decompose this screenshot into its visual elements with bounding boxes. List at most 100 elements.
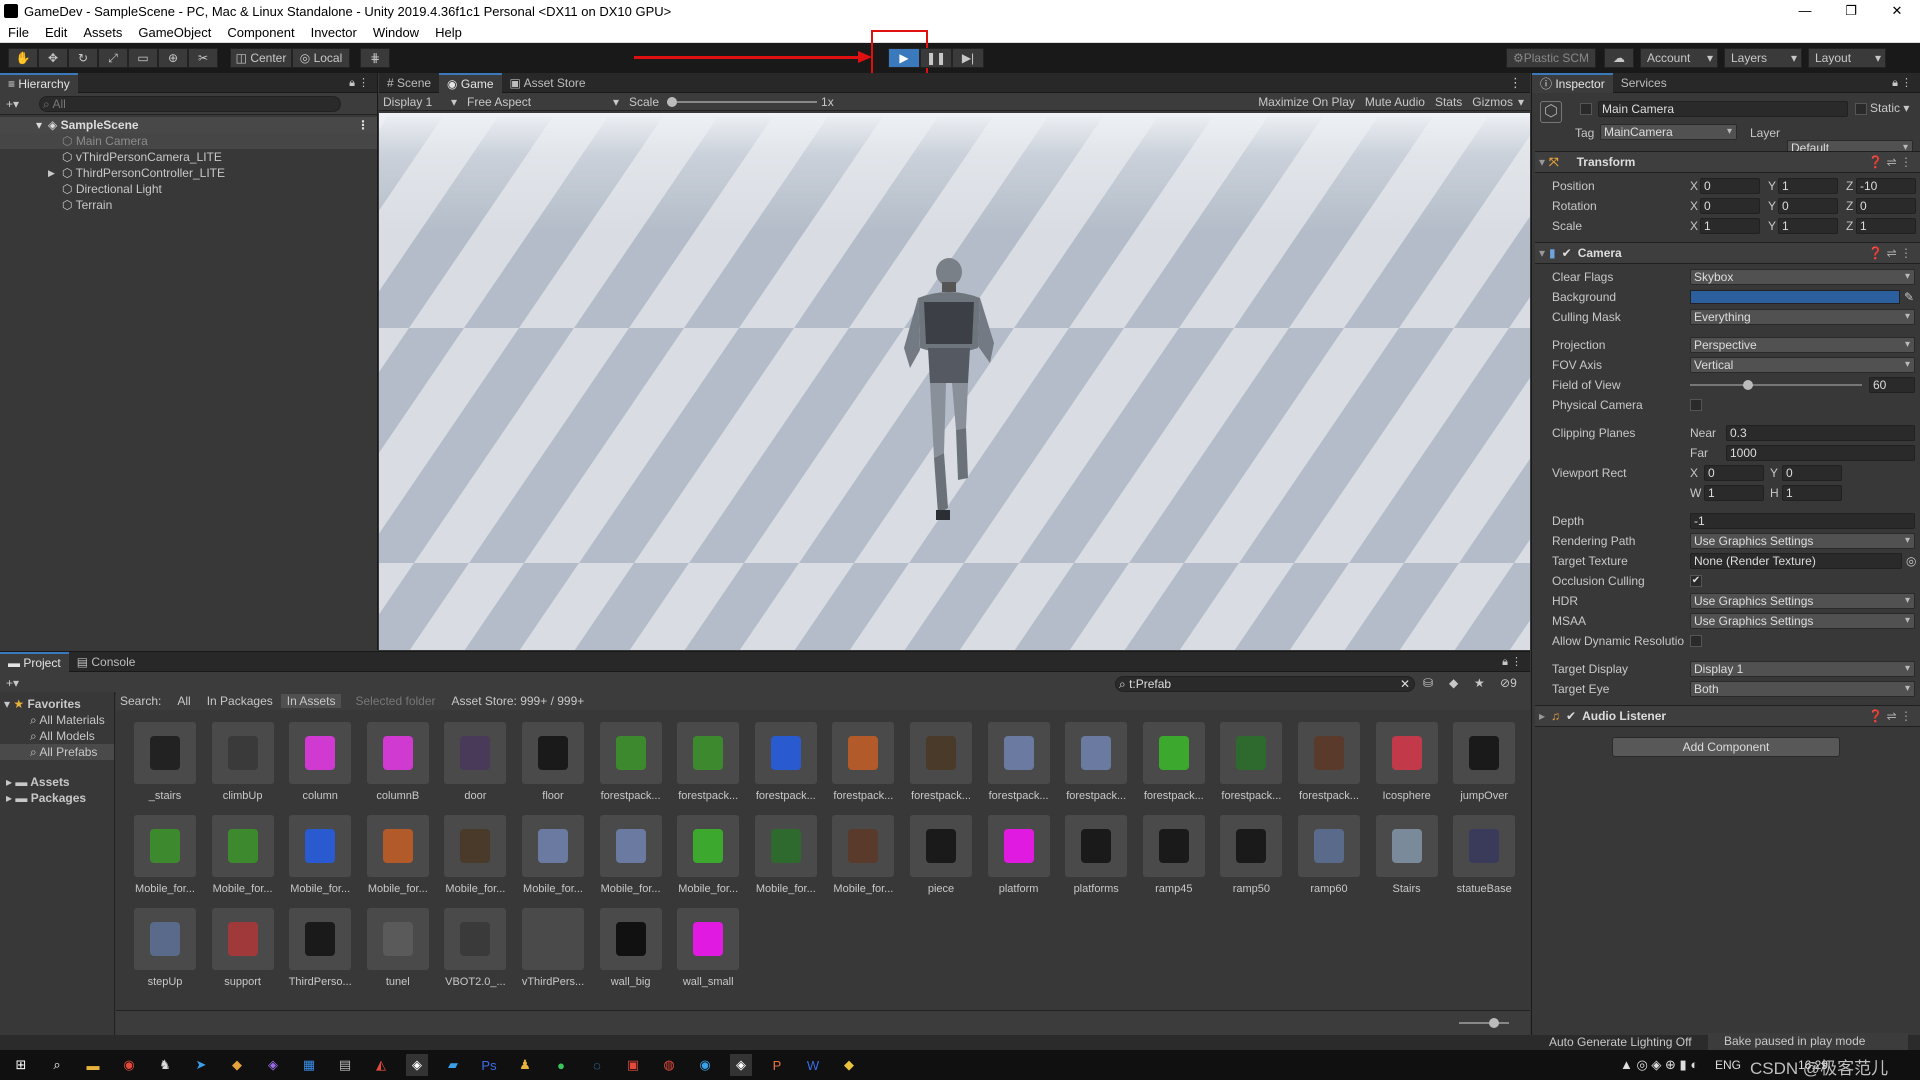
asset-item[interactable]: columnB bbox=[363, 722, 433, 802]
asset-item[interactable]: statueBase bbox=[1449, 815, 1519, 895]
near-field[interactable]: 0.3 bbox=[1726, 425, 1915, 441]
app-icon[interactable]: ◆ bbox=[226, 1054, 248, 1076]
lock-icon[interactable]: 🔒︎ ⋮ bbox=[1502, 655, 1530, 669]
asset-item[interactable]: Mobile_for... bbox=[130, 815, 200, 895]
app-icon[interactable]: ◌ bbox=[586, 1054, 608, 1076]
filter-in-assets[interactable]: In Assets bbox=[280, 694, 342, 708]
project-search-input[interactable]: ⌕ t:Prefab ✕ bbox=[1115, 676, 1415, 692]
mute-audio-toggle[interactable]: Mute Audio bbox=[1360, 95, 1430, 109]
filter-in-packages[interactable]: In Packages bbox=[199, 694, 281, 708]
position-z-field[interactable]: -10 bbox=[1856, 178, 1916, 194]
rendering-path-dropdown[interactable]: Use Graphics Settings bbox=[1690, 533, 1915, 549]
filter-type-icon[interactable]: ⛁ bbox=[1423, 676, 1433, 690]
physical-camera-checkbox[interactable] bbox=[1690, 399, 1702, 411]
projection-dropdown[interactable]: Perspective bbox=[1690, 337, 1915, 353]
hierarchy-item[interactable]: ⬡ vThirdPersonCamera_LITE bbox=[0, 149, 377, 165]
component-menu-icons[interactable]: ❓ ⇌ ⋮ bbox=[1868, 155, 1920, 169]
asset-item[interactable]: forestpack... bbox=[1216, 722, 1286, 802]
scale-y-field[interactable]: 1 bbox=[1778, 218, 1838, 234]
slider-thumb[interactable] bbox=[667, 96, 678, 107]
app-icon[interactable]: ◍ bbox=[658, 1054, 680, 1076]
hierarchy-item[interactable]: ⬡ Main Camera bbox=[0, 133, 377, 149]
gizmos-toggle[interactable]: Gizmos bbox=[1467, 95, 1518, 109]
static-checkbox[interactable] bbox=[1855, 103, 1867, 115]
icon-size-slider[interactable] bbox=[1459, 1018, 1509, 1028]
tag-dropdown[interactable]: MainCamera bbox=[1600, 124, 1737, 140]
scale-tool-icon[interactable]: ⤢ bbox=[98, 48, 128, 68]
tab-hierarchy[interactable]: ≡ Hierarchy bbox=[0, 72, 78, 93]
dynamic-res-checkbox[interactable] bbox=[1690, 635, 1702, 647]
asset-item[interactable]: wall_small bbox=[673, 908, 743, 988]
asset-item[interactable]: Mobile_for... bbox=[751, 815, 821, 895]
clear-flags-dropdown[interactable]: Skybox bbox=[1690, 269, 1915, 285]
rect-tool-icon[interactable]: ▭ bbox=[128, 48, 158, 68]
app-icon[interactable]: ▰ bbox=[442, 1054, 464, 1076]
rotate-tool-icon[interactable]: ↻ bbox=[68, 48, 98, 68]
asset-item[interactable]: vThirdPers... bbox=[518, 908, 588, 988]
asset-item[interactable]: Mobile_for... bbox=[518, 815, 588, 895]
transform-tool-icon[interactable]: ⊕ bbox=[158, 48, 188, 68]
favorite-item[interactable]: ⌕ All Models bbox=[0, 728, 114, 744]
asset-item[interactable]: forestpack... bbox=[596, 722, 666, 802]
culling-mask-dropdown[interactable]: Everything bbox=[1690, 309, 1915, 325]
asset-item[interactable]: ramp45 bbox=[1139, 815, 1209, 895]
target-eye-dropdown[interactable]: Both bbox=[1690, 681, 1915, 697]
hierarchy-item[interactable]: ▶ ⬡ ThirdPersonController_LITE bbox=[0, 165, 377, 181]
depth-field[interactable]: -1 bbox=[1690, 513, 1915, 529]
fov-field[interactable]: 60 bbox=[1869, 377, 1915, 393]
hierarchy-item[interactable]: ⬡ Directional Light bbox=[0, 181, 377, 197]
layout-dropdown[interactable]: Layout ▾ bbox=[1808, 48, 1886, 68]
hdr-dropdown[interactable]: Use Graphics Settings bbox=[1690, 593, 1915, 609]
filter-asset-store[interactable]: Asset Store: 999+ / 999+ bbox=[444, 694, 593, 708]
menu-component[interactable]: Component bbox=[219, 25, 302, 40]
unity-hub-icon[interactable]: ◈ bbox=[730, 1054, 752, 1076]
eyedropper-icon[interactable]: ✎ bbox=[1904, 290, 1914, 304]
filter-all[interactable]: All bbox=[169, 694, 198, 708]
aspect-dropdown[interactable]: Free Aspect ▾ bbox=[463, 95, 623, 109]
menu-file[interactable]: File bbox=[0, 25, 37, 40]
chevron-down-icon[interactable]: ▾ bbox=[1518, 95, 1530, 109]
asset-item[interactable]: climbUp bbox=[208, 722, 278, 802]
asset-item[interactable]: forestpack... bbox=[1294, 722, 1364, 802]
static-dropdown[interactable]: Static ▾ bbox=[1870, 101, 1909, 115]
app-icon[interactable]: ▤ bbox=[334, 1054, 356, 1076]
word-icon[interactable]: W bbox=[802, 1054, 824, 1076]
menu-help[interactable]: Help bbox=[427, 25, 470, 40]
clear-search-icon[interactable]: ✕ bbox=[1400, 677, 1410, 691]
lock-icon[interactable]: 🔒︎ ⋮ bbox=[349, 76, 377, 90]
bake-status[interactable]: Bake paused in play mode bbox=[1708, 1033, 1908, 1050]
occlusion-checkbox[interactable]: ✔ bbox=[1690, 575, 1702, 587]
asset-item[interactable]: platforms bbox=[1061, 815, 1131, 895]
viewport-h-field[interactable]: 1 bbox=[1782, 485, 1842, 501]
slider-thumb[interactable] bbox=[1489, 1018, 1499, 1028]
target-display-dropdown[interactable]: Display 1 bbox=[1690, 661, 1915, 677]
lock-icon[interactable]: 🔒︎ ⋮ bbox=[1892, 76, 1920, 90]
target-texture-field[interactable]: None (Render Texture) bbox=[1690, 553, 1902, 569]
chrome-icon[interactable]: ◉ bbox=[118, 1054, 140, 1076]
asset-item[interactable]: Mobile_for... bbox=[285, 815, 355, 895]
menu-invector[interactable]: Invector bbox=[303, 25, 365, 40]
asset-item[interactable]: Icosphere bbox=[1372, 722, 1442, 802]
app-icon[interactable]: ▦ bbox=[298, 1054, 320, 1076]
folder-row[interactable]: ▸ ▬ Assets bbox=[0, 774, 114, 790]
menu-window[interactable]: Window bbox=[365, 25, 427, 40]
background-color-field[interactable] bbox=[1690, 290, 1900, 304]
expand-arrow-icon[interactable]: ▶ bbox=[48, 165, 55, 181]
transform-header[interactable]: ▾ ⤧ Transform ❓ ⇌ ⋮ bbox=[1535, 151, 1920, 173]
play-button[interactable]: ▶ bbox=[888, 48, 920, 68]
minimize-button[interactable]: — bbox=[1782, 0, 1828, 22]
custom-tool-icon[interactable]: ✂ bbox=[188, 48, 218, 68]
move-tool-icon[interactable]: ✥ bbox=[38, 48, 68, 68]
camera-header[interactable]: ▾ ▮ ✔ Camera ❓ ⇌ ⋮ bbox=[1535, 242, 1920, 264]
app-icon[interactable]: ◆ bbox=[838, 1054, 860, 1076]
asset-item[interactable]: Mobile_for... bbox=[208, 815, 278, 895]
component-menu-icons[interactable]: ❓ ⇌ ⋮ bbox=[1868, 246, 1920, 260]
asset-item[interactable]: forestpack... bbox=[1139, 722, 1209, 802]
layers-dropdown[interactable]: Layers ▾ bbox=[1724, 48, 1802, 68]
component-menu-icons[interactable]: ❓ ⇌ ⋮ bbox=[1868, 709, 1920, 723]
scene-menu-icon[interactable]: ⋮ bbox=[357, 117, 369, 133]
asset-item[interactable]: forestpack... bbox=[828, 722, 898, 802]
photoshop-icon[interactable]: Ps bbox=[478, 1054, 500, 1076]
filter-selected-folder[interactable]: Selected folder bbox=[347, 694, 443, 708]
scale-x-field[interactable]: 1 bbox=[1700, 218, 1760, 234]
